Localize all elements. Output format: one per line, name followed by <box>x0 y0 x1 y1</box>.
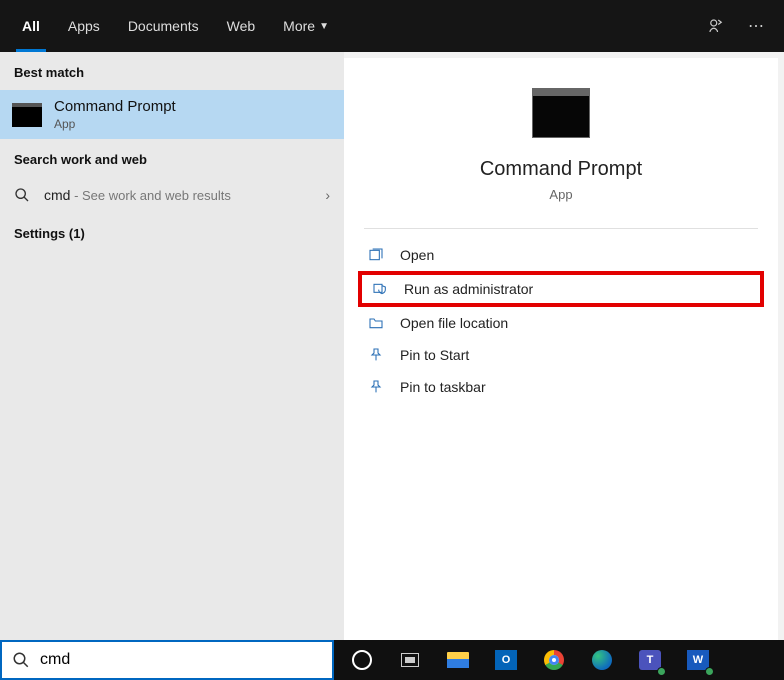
taskbar-task-view[interactable] <box>388 642 432 678</box>
results-panel: Best match Command Prompt App Search wor… <box>0 52 344 680</box>
tab-web[interactable]: Web <box>213 0 270 52</box>
section-search-work-web: Search work and web <box>0 139 344 177</box>
action-pin-start-label: Pin to Start <box>400 347 469 363</box>
action-open-location-label: Open file location <box>400 315 508 331</box>
web-search-text: cmd - See work and web results <box>44 187 313 203</box>
cortana-icon <box>352 650 372 670</box>
action-run-admin-label: Run as administrator <box>404 281 533 297</box>
chevron-down-icon: ▼ <box>319 21 329 32</box>
task-view-icon <box>401 653 419 667</box>
chrome-icon <box>544 650 564 670</box>
action-open[interactable]: Open <box>344 239 778 271</box>
tab-all[interactable]: All <box>8 0 54 52</box>
result-title: Command Prompt <box>54 98 176 115</box>
preview-actions: Open Run as administrator Open file loca… <box>344 229 778 413</box>
feedback-icon[interactable] <box>696 0 736 52</box>
action-pin-to-taskbar[interactable]: Pin to taskbar <box>344 371 778 403</box>
section-settings[interactable]: Settings (1) <box>0 213 344 251</box>
web-search-suffix: - See work and web results <box>70 188 230 203</box>
search-input[interactable] <box>40 651 322 669</box>
pin-taskbar-icon <box>368 379 386 395</box>
taskbar-chrome[interactable] <box>532 642 576 678</box>
action-pin-to-start[interactable]: Pin to Start <box>344 339 778 371</box>
chevron-right-icon: › <box>325 187 330 203</box>
action-pin-taskbar-label: Pin to taskbar <box>400 379 486 395</box>
taskbar-teams[interactable]: T <box>628 642 672 678</box>
web-search-row[interactable]: cmd - See work and web results › <box>0 177 344 213</box>
search-box[interactable] <box>0 640 334 680</box>
preview-subtitle: App <box>549 187 572 202</box>
taskbar-word[interactable]: W <box>676 642 720 678</box>
preview-title: Command Prompt <box>480 158 642 181</box>
taskbar-outlook[interactable]: O <box>484 642 528 678</box>
taskbar-cortana[interactable] <box>340 642 384 678</box>
pin-start-icon <box>368 347 386 363</box>
taskbar-file-explorer[interactable] <box>436 642 480 678</box>
edge-icon <box>592 650 612 670</box>
action-open-file-location[interactable]: Open file location <box>344 307 778 339</box>
search-box-icon <box>12 651 30 669</box>
tab-more-label: More <box>283 18 315 34</box>
status-badge-icon <box>657 667 666 676</box>
result-command-prompt[interactable]: Command Prompt App <box>0 90 344 139</box>
preview-panel: Command Prompt App Open Run as administr… <box>344 58 778 674</box>
taskbar-edge[interactable] <box>580 642 624 678</box>
tab-apps[interactable]: Apps <box>54 0 114 52</box>
admin-shield-icon <box>372 281 390 297</box>
folder-icon <box>447 652 469 668</box>
action-open-label: Open <box>400 247 434 263</box>
status-badge-icon <box>705 667 714 676</box>
outlook-icon: O <box>495 650 517 670</box>
command-prompt-icon <box>12 103 42 127</box>
action-run-as-administrator[interactable]: Run as administrator <box>358 271 764 307</box>
taskbar: O T W <box>334 640 784 680</box>
search-icon <box>14 187 32 203</box>
section-best-match: Best match <box>0 52 344 90</box>
open-icon <box>368 247 386 263</box>
tab-more[interactable]: More ▼ <box>269 0 343 52</box>
search-filter-tabs: All Apps Documents Web More ▼ ⋯ <box>0 0 784 52</box>
more-options-icon[interactable]: ⋯ <box>736 0 776 52</box>
tab-documents[interactable]: Documents <box>114 0 213 52</box>
preview-app-icon <box>532 88 590 138</box>
folder-location-icon <box>368 315 386 331</box>
web-search-query: cmd <box>44 187 70 203</box>
result-subtitle: App <box>54 117 176 131</box>
